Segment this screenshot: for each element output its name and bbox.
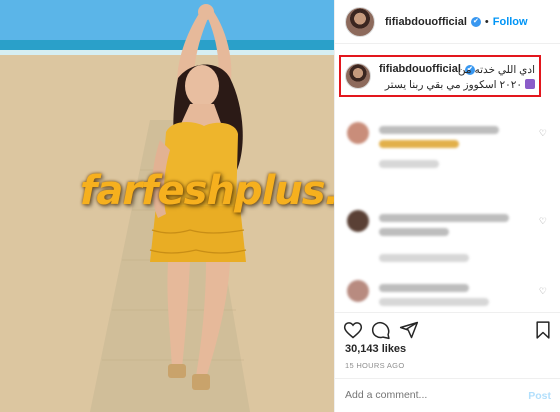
blurred-comment-text bbox=[379, 284, 469, 292]
post-button[interactable]: Post bbox=[528, 390, 551, 402]
blurred-comment-text bbox=[379, 214, 509, 222]
blurred-comment-meta bbox=[379, 160, 439, 168]
blurred-comment-meta bbox=[379, 254, 469, 262]
caption-text-line1: ادي اللي خدته من bbox=[457, 64, 535, 76]
header-username[interactable]: fifiabdouofficial bbox=[385, 16, 467, 28]
caption-avatar[interactable] bbox=[345, 63, 371, 89]
caption-text-line2-content: ٢٠٢٠ اسكووز مي بقي ربنا يستر bbox=[384, 79, 523, 91]
likes-count[interactable]: 30,143 likes bbox=[345, 343, 406, 355]
heart-icon[interactable]: ♡ bbox=[539, 286, 547, 297]
action-bar bbox=[335, 312, 560, 342]
post-timestamp[interactable]: 15 HOURS AGO bbox=[345, 361, 404, 370]
commenter-avatar bbox=[347, 210, 369, 232]
comment-icon[interactable] bbox=[371, 320, 391, 340]
comment-input[interactable] bbox=[345, 389, 515, 401]
heart-icon[interactable]: ♡ bbox=[539, 216, 547, 227]
post-header: fifiabdouofficial ✔ • Follow bbox=[335, 0, 560, 44]
shoreline bbox=[0, 50, 334, 55]
comments-list: ♡ ♡ ♡ bbox=[335, 110, 560, 308]
share-icon[interactable] bbox=[399, 320, 419, 340]
add-comment-row: Post bbox=[335, 378, 560, 412]
blurred-comment-meta bbox=[379, 298, 489, 306]
commenter-avatar bbox=[347, 280, 369, 302]
caption-text-line2: ٢٠٢٠ اسكووز مي بقي ربنا يستر bbox=[385, 79, 535, 91]
separator-dot: • bbox=[484, 15, 489, 28]
avatar[interactable] bbox=[345, 6, 375, 37]
caption-username-text[interactable]: fifiabdouofficial bbox=[379, 63, 461, 75]
blurred-comment-text bbox=[379, 126, 499, 134]
caption-highlight: fifiabdouofficial ✔ ادي اللي خدته من ٢٠٢٠… bbox=[339, 55, 541, 97]
heart-icon[interactable]: ♡ bbox=[539, 128, 547, 139]
blurred-comment-text bbox=[379, 228, 449, 236]
heart-icon[interactable] bbox=[343, 320, 363, 340]
verified-icon: ✔ bbox=[470, 16, 481, 27]
follow-button[interactable]: Follow bbox=[493, 16, 528, 28]
bookmark-icon[interactable] bbox=[533, 320, 553, 340]
commenter-avatar bbox=[347, 122, 369, 144]
blurred-comment-text bbox=[379, 140, 459, 148]
emoji-icon bbox=[525, 79, 535, 89]
post-side-panel: fifiabdouofficial ✔ • Follow fifiabdouof… bbox=[334, 0, 560, 412]
